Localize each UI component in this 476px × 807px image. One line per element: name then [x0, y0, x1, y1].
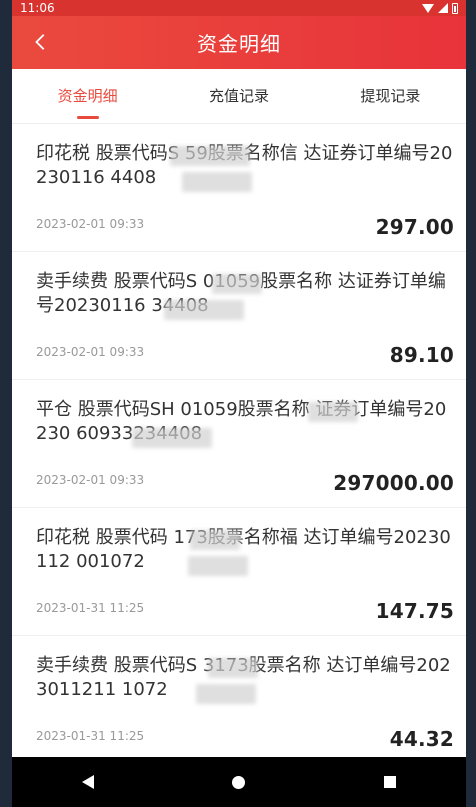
status-icons [422, 2, 458, 14]
tab-bar: 资金明细 充值记录 提现记录 [12, 69, 466, 124]
list-item[interactable]: 卖手续费 股票代码S 3173股票名称 达订单编号2023011211 1072… [12, 636, 466, 764]
record-amount: 89.10 [389, 343, 454, 367]
phone-screen: 11:06 资金明细 资金明细 充值记录 提现记录 印花税 股票代码S 59股票… [12, 0, 466, 807]
tab-fund-details[interactable]: 资金明细 [12, 69, 163, 123]
redaction-mask [164, 300, 244, 320]
redaction-mask [188, 556, 248, 576]
fund-record-list: 印花税 股票代码S 59股票名称信 达证券订单编号20230116 4408 2… [12, 124, 466, 764]
title-bar: 资金明细 [12, 16, 466, 69]
redaction-mask [170, 146, 250, 166]
back-button[interactable] [28, 29, 54, 55]
nav-recents-button[interactable] [370, 762, 410, 802]
redaction-mask [196, 684, 256, 704]
nav-back-button[interactable] [68, 762, 108, 802]
record-amount: 147.75 [375, 599, 454, 623]
back-triangle-icon [81, 775, 94, 789]
signal-icon [438, 3, 448, 13]
list-item[interactable]: 印花税 股票代码S 59股票名称信 达证券订单编号20230116 4408 2… [12, 124, 466, 252]
record-description: 平仓 股票代码SH 01059股票名称 证券订单编号20230 60933234… [36, 399, 447, 444]
wifi-icon [422, 3, 434, 13]
record-date: 2023-02-01 09:33 [36, 217, 145, 231]
page-title: 资金明细 [197, 32, 281, 56]
tab-recharge-records[interactable]: 充值记录 [163, 69, 314, 123]
tab-label: 提现记录 [360, 87, 421, 105]
record-amount: 297000.00 [333, 471, 454, 495]
home-circle-icon [232, 775, 246, 789]
record-date: 2023-02-01 09:33 [36, 345, 145, 359]
redaction-mask [132, 428, 212, 448]
record-amount: 44.32 [389, 727, 454, 751]
list-item[interactable]: 平仓 股票代码SH 01059股票名称 证券订单编号20230 60933234… [12, 380, 466, 508]
nav-home-button[interactable] [219, 762, 259, 802]
redaction-mask [212, 274, 262, 294]
tab-label: 资金明细 [57, 87, 118, 105]
tab-label: 充值记录 [208, 87, 269, 105]
status-time: 11:06 [20, 1, 55, 15]
redaction-mask [208, 658, 258, 678]
record-amount: 297.00 [375, 215, 454, 239]
redaction-mask [182, 172, 252, 192]
list-item[interactable]: 印花税 股票代码 173股票名称福 达订单编号20230112 001072 2… [12, 508, 466, 636]
recents-square-icon [384, 776, 397, 788]
redaction-mask [190, 530, 240, 550]
record-date: 2023-01-31 11:25 [36, 729, 145, 743]
list-item[interactable]: 卖手续费 股票代码S 01059股票名称 达证券订单编号20230116 344… [12, 252, 466, 380]
record-date: 2023-01-31 11:25 [36, 601, 145, 615]
redaction-mask [308, 402, 358, 422]
tab-withdraw-records[interactable]: 提现记录 [315, 69, 466, 123]
chevron-left-icon [35, 34, 45, 50]
status-bar: 11:06 [12, 0, 466, 16]
android-nav-bar [12, 757, 466, 807]
record-date: 2023-02-01 09:33 [36, 473, 145, 487]
battery-icon [452, 2, 458, 14]
